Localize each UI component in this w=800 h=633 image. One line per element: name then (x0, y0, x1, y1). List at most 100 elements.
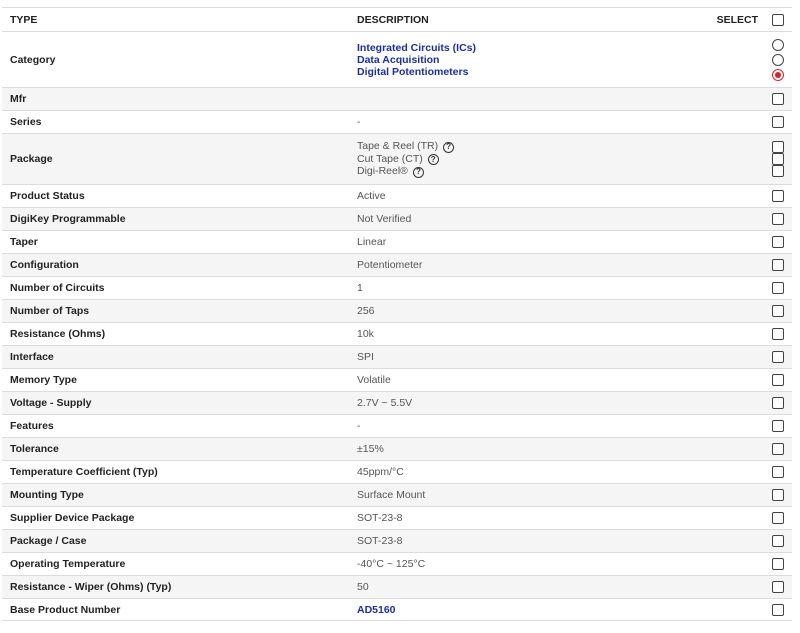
table-row: Supplier Device Package SOT-23-8 (2, 506, 792, 529)
row-checkbox[interactable] (772, 603, 784, 616)
row-checkbox[interactable] (772, 282, 784, 294)
base-product-link[interactable]: AD5160 (357, 604, 396, 616)
table-row: Temperature Coefficient (Typ) 45ppm/°C (2, 460, 792, 483)
row-label: Resistance (Ohms) (10, 328, 106, 340)
table-row: Package / Case SOT-23-8 (2, 529, 792, 552)
row-label: Category (10, 53, 56, 66)
row-checkbox[interactable] (772, 374, 784, 386)
table-row: Tolerance ±15% (2, 437, 792, 460)
row-checkbox[interactable] (772, 93, 784, 105)
row-label: Resistance - Wiper (Ohms) (Typ) (10, 581, 172, 593)
row-checkbox[interactable] (772, 259, 784, 271)
row-value: Linear (357, 236, 387, 248)
row-checkbox[interactable] (772, 397, 784, 409)
row-label: Configuration (10, 259, 79, 271)
category-link-data-acquisition[interactable]: Data Acquisition (357, 54, 672, 66)
row-label: Interface (10, 351, 54, 363)
row-label: Taper (10, 236, 38, 248)
row-value: Not Verified (357, 213, 412, 225)
row-value: 256 (357, 305, 375, 317)
row-label: Mounting Type (10, 489, 84, 501)
row-label: Number of Taps (10, 305, 90, 317)
row-label: Product Status (10, 190, 85, 202)
row-checkbox[interactable] (772, 535, 784, 547)
row-checkbox[interactable] (772, 305, 784, 317)
package-option-cut-tape: Cut Tape (CT) (357, 152, 423, 165)
product-attributes-table: TYPE DESCRIPTION SELECT Category Integra… (2, 7, 792, 621)
table-row: Features - (2, 414, 792, 437)
row-value: SOT-23-8 (357, 535, 403, 547)
table-row-base-product: Base Product Number AD5160 (2, 598, 792, 621)
package-checkbox-digi-reel[interactable] (772, 165, 784, 177)
table-row: Mounting Type Surface Mount (2, 483, 792, 506)
header-type: TYPE (10, 13, 38, 26)
row-value: 10k (357, 328, 374, 340)
table-header: TYPE DESCRIPTION SELECT (2, 7, 792, 31)
table-row: Memory Type Volatile (2, 368, 792, 391)
row-checkbox[interactable] (772, 512, 784, 524)
table-row: Operating Temperature -40°C ~ 125°C (2, 552, 792, 575)
category-link-digital-potentiometers[interactable]: Digital Potentiometers (357, 66, 672, 78)
row-checkbox[interactable] (772, 328, 784, 340)
table-row-category: Category Integrated Circuits (ICs) Data … (2, 31, 792, 87)
row-checkbox[interactable] (772, 466, 784, 478)
table-row: Product Status Active (2, 184, 792, 207)
category-radio-ics[interactable] (772, 38, 784, 51)
row-value: 1 (357, 282, 363, 294)
row-label: Features (10, 420, 54, 432)
question-circle-icon[interactable]: ? (443, 141, 455, 153)
category-radio-digital-potentiometers[interactable] (772, 68, 784, 81)
category-radio-data-acquisition[interactable] (772, 53, 784, 66)
row-checkbox[interactable] (772, 236, 784, 248)
row-checkbox[interactable] (772, 420, 784, 432)
table-row: Resistance - Wiper (Ohms) (Typ) 50 (2, 575, 792, 598)
row-checkbox[interactable] (772, 489, 784, 501)
row-checkbox[interactable] (772, 581, 784, 593)
header-description: DESCRIPTION (357, 13, 429, 26)
row-label: Supplier Device Package (10, 512, 135, 524)
row-value: Surface Mount (357, 489, 426, 501)
row-label: Package / Case (10, 535, 87, 547)
row-label: Mfr (10, 93, 27, 105)
row-value: SOT-23-8 (357, 512, 403, 524)
table-row: DigiKey Programmable Not Verified (2, 207, 792, 230)
row-label: Number of Circuits (10, 282, 105, 294)
row-label: Voltage - Supply (10, 397, 92, 409)
package-option-digi-reel: Digi-Reel® (357, 165, 408, 178)
package-option-tape-reel: Tape & Reel (TR) (357, 140, 439, 153)
row-checkbox[interactable] (772, 213, 784, 225)
package-checkbox-cut-tape[interactable] (772, 153, 784, 165)
row-label: Package (10, 153, 53, 165)
row-value: 2.7V ~ 5.5V (357, 397, 413, 409)
table-row: Interface SPI (2, 345, 792, 368)
row-label: DigiKey Programmable (10, 213, 126, 225)
question-circle-icon[interactable]: ? (427, 154, 439, 166)
category-link-ics[interactable]: Integrated Circuits (ICs) (357, 42, 672, 54)
row-value: - (357, 420, 361, 432)
table-row: Number of Taps 256 (2, 299, 792, 322)
row-checkbox[interactable] (772, 351, 784, 363)
row-value: 50 (357, 581, 369, 593)
row-value: Potentiometer (357, 259, 423, 271)
select-all-checkbox[interactable] (772, 13, 784, 26)
row-checkbox[interactable] (772, 190, 784, 202)
table-row: Taper Linear (2, 230, 792, 253)
header-select: SELECT (716, 13, 758, 26)
table-row: Configuration Potentiometer (2, 253, 792, 276)
question-circle-icon[interactable]: ? (412, 166, 424, 178)
row-checkbox[interactable] (772, 558, 784, 570)
row-value: - (357, 116, 361, 128)
row-value: SPI (357, 351, 374, 363)
table-row-series: Series - (2, 110, 792, 133)
table-row: Number of Circuits 1 (2, 276, 792, 299)
row-value: 45ppm/°C (357, 466, 404, 478)
row-checkbox[interactable] (772, 116, 784, 128)
row-label: Operating Temperature (10, 558, 126, 570)
row-label: Tolerance (10, 443, 59, 455)
package-checkbox-tape-reel[interactable] (772, 141, 784, 153)
row-label: Base Product Number (10, 603, 121, 616)
row-checkbox[interactable] (772, 443, 784, 455)
row-label: Series (10, 116, 42, 128)
row-value: -40°C ~ 125°C (357, 558, 426, 570)
row-value: Active (357, 190, 386, 202)
